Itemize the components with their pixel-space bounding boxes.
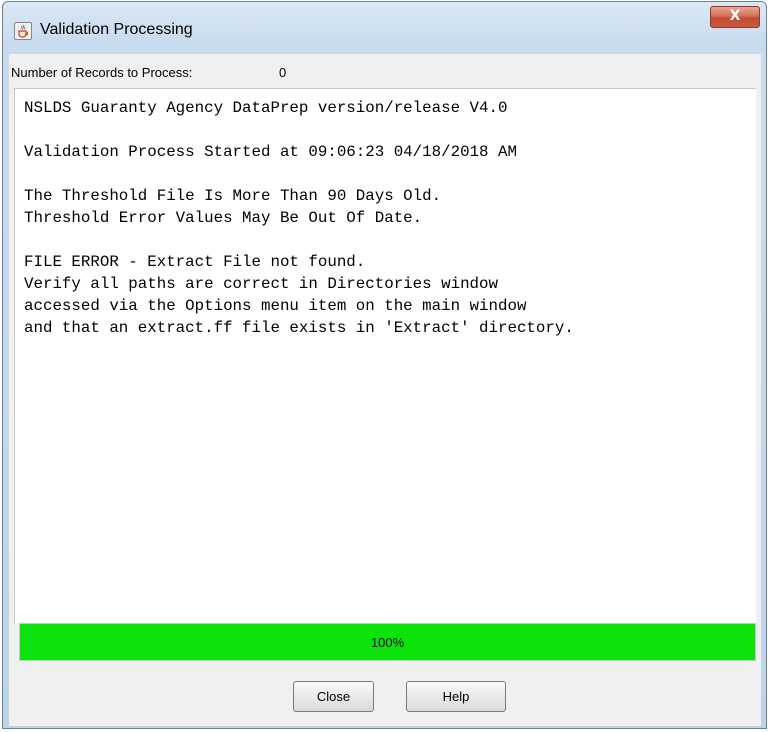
records-to-process-value: 0 <box>279 65 287 80</box>
validation-processing-window: Validation Processing X Number of Record… <box>2 1 767 729</box>
log-line: accessed via the Options menu item on th… <box>24 297 527 315</box>
log-line: NSLDS Guaranty Agency DataPrep version/r… <box>24 99 508 117</box>
log-line: Verify all paths are correct in Director… <box>24 275 498 293</box>
close-window-button[interactable]: X <box>710 6 760 28</box>
log-line: Threshold Error Values May Be Out Of Dat… <box>24 209 423 227</box>
close-button[interactable]: Close <box>293 681 374 712</box>
log-output-area[interactable]: NSLDS Guaranty Agency DataPrep version/r… <box>14 88 756 623</box>
title-bar[interactable]: Validation Processing X <box>3 2 766 54</box>
log-line: FILE ERROR - Extract File not found. <box>24 253 366 271</box>
log-line: The Threshold File Is More Than 90 Days … <box>24 187 442 205</box>
close-icon: X <box>729 8 741 24</box>
log-line: Validation Process Started at 09:06:23 0… <box>24 143 517 161</box>
help-button[interactable]: Help <box>406 681 506 712</box>
dialog-content: Number of Records to Process: 0 NSLDS Gu… <box>9 54 761 726</box>
java-cup-icon <box>14 22 32 40</box>
window-title: Validation Processing <box>40 21 193 38</box>
log-line: and that an extract.ff file exists in 'E… <box>24 319 574 337</box>
progress-bar: 100% <box>19 623 756 661</box>
progress-text: 100% <box>370 635 405 650</box>
records-to-process-label: Number of Records to Process: <box>11 65 193 80</box>
